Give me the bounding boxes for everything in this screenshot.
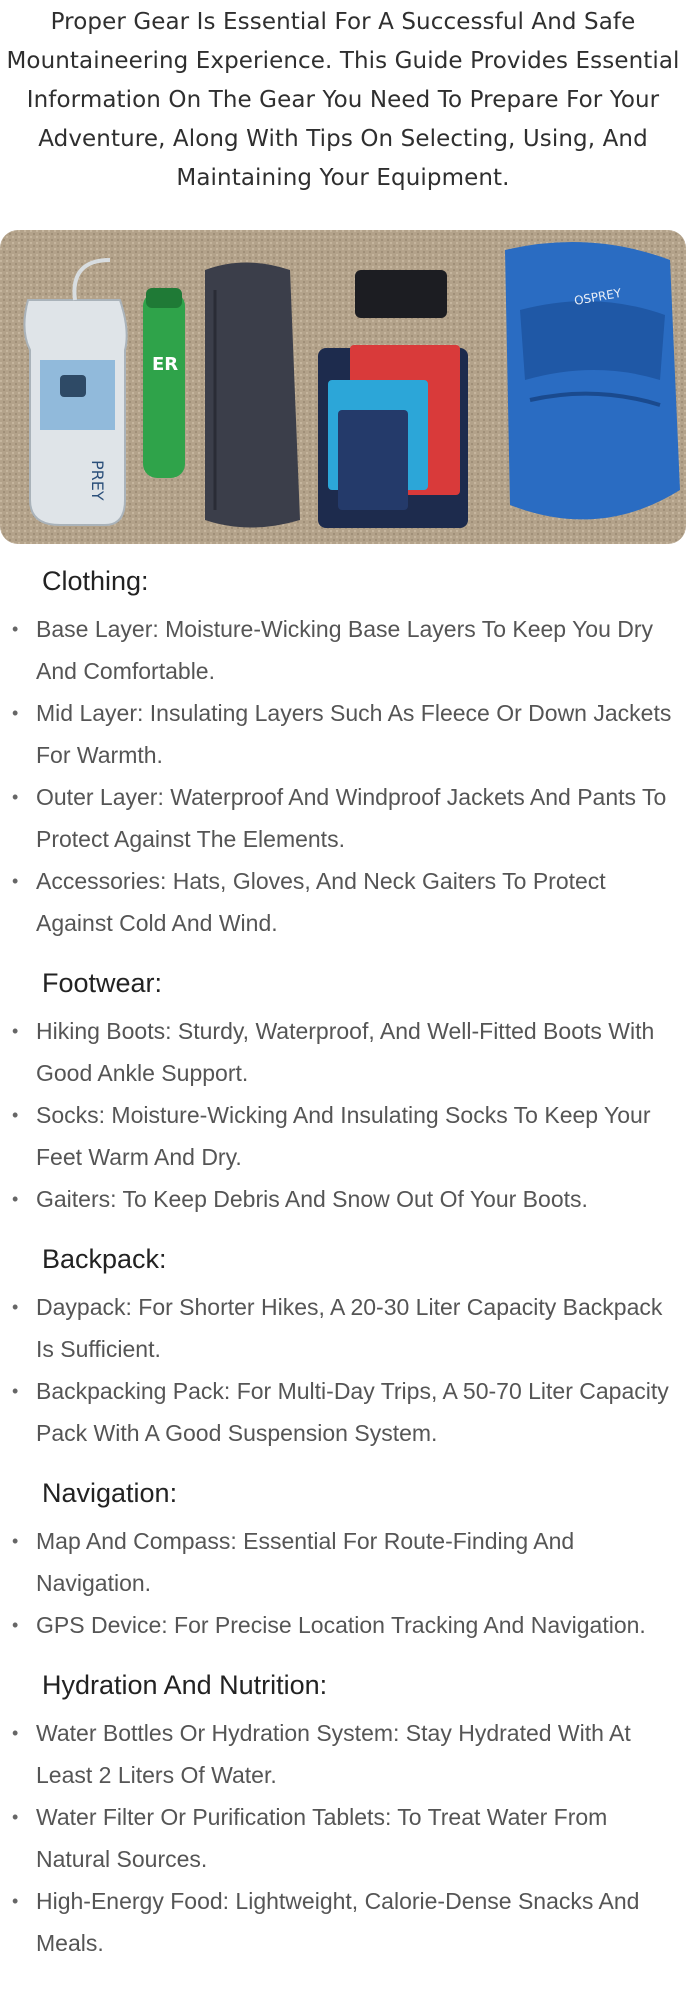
section-navigation: Navigation: Map And Compass: Essential Fo…	[0, 1472, 686, 1646]
bottle-text: ER	[152, 354, 178, 375]
backpack: OSPREY	[505, 242, 680, 520]
sleeping-bag	[205, 262, 300, 528]
list-item: Map And Compass: Essential For Route-Fin…	[0, 1520, 686, 1604]
list-item: Base Layer: Moisture-Wicking Base Layers…	[0, 608, 686, 692]
section-footwear: Footwear: Hiking Boots: Sturdy, Waterproo…	[0, 962, 686, 1220]
bullet-list: Water Bottles Or Hydration System: Stay …	[0, 1712, 686, 1964]
section-title: Backpack:	[42, 1244, 167, 1274]
hydration-bladder: PREY	[23, 258, 128, 526]
bullet-list: Daypack: For Shorter Hikes, A 20-30 Lite…	[0, 1286, 686, 1454]
section-title: Hydration And Nutrition:	[42, 1670, 328, 1700]
list-item: Gaiters: To Keep Debris And Snow Out Of …	[0, 1178, 686, 1220]
section-clothing: Clothing: Base Layer: Moisture-Wicking Ba…	[0, 560, 686, 944]
list-item: Water Filter Or Purification Tablets: To…	[0, 1796, 686, 1880]
list-item: Socks: Moisture-Wicking And Insulating S…	[0, 1094, 686, 1178]
list-item: Water Bottles Or Hydration System: Stay …	[0, 1712, 686, 1796]
section-hydration-and-nutrition: Hydration And Nutrition: Water Bottles Or…	[0, 1664, 686, 1964]
list-item: Hiking Boots: Sturdy, Waterproof, And We…	[0, 1010, 686, 1094]
intro-paragraph: Proper Gear Is Essential For A Successfu…	[6, 9, 680, 191]
list-item: GPS Device: For Precise Location Trackin…	[0, 1604, 686, 1646]
list-item: Mid Layer: Insulating Layers Such As Fle…	[0, 692, 686, 776]
section-backpack: Backpack: Daypack: For Shorter Hikes, A 2…	[0, 1238, 686, 1454]
gear-list: Clothing: Base Layer: Moisture-Wicking Ba…	[0, 560, 686, 1982]
list-item: Daypack: For Shorter Hikes, A 20-30 Lite…	[0, 1286, 686, 1370]
list-item: Accessories: Hats, Gloves, And Neck Gait…	[0, 860, 686, 944]
section-title: Navigation:	[42, 1478, 178, 1508]
bladder-text: PREY	[88, 460, 107, 501]
section-title: Footwear:	[42, 968, 163, 998]
list-item: Backpacking Pack: For Multi-Day Trips, A…	[0, 1370, 686, 1454]
section-title: Clothing:	[42, 566, 149, 596]
bullet-list: Base Layer: Moisture-Wicking Base Layers…	[0, 608, 686, 944]
list-item: Outer Layer: Waterproof And Windproof Ja…	[0, 776, 686, 860]
bullet-list: Hiking Boots: Sturdy, Waterproof, And We…	[0, 1010, 686, 1220]
gear-photo: PREY ER OSPREY	[0, 230, 686, 544]
green-bottle: ER	[143, 288, 185, 478]
list-item: High-Energy Food: Lightweight, Calorie-D…	[0, 1880, 686, 1964]
bullet-list: Map And Compass: Essential For Route-Fin…	[0, 1520, 686, 1646]
